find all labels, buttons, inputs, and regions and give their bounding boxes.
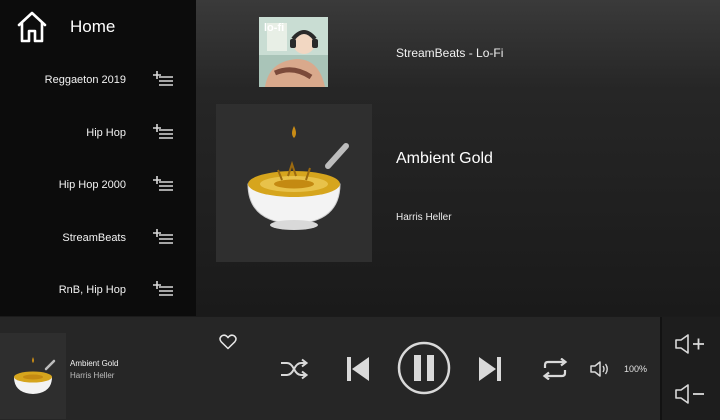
volume-down-icon[interactable]	[674, 383, 706, 405]
sidebar-item-hip-hop[interactable]: Hip Hop	[0, 115, 196, 155]
home-label[interactable]: Home	[70, 17, 115, 37]
sidebar-item-streambeats[interactable]: StreamBeats	[0, 220, 196, 260]
next-icon[interactable]	[478, 355, 502, 383]
now-playing-title[interactable]: Ambient Gold	[70, 359, 118, 368]
playlist-label[interactable]: Hip Hop 2000	[59, 179, 126, 191]
volume-level: 100%	[624, 364, 648, 374]
sidebar: Home Reggaeton 2019 Hip Hop Hip Hop 2000…	[0, 0, 196, 316]
repeat-icon[interactable]	[541, 358, 569, 380]
pause-button[interactable]	[397, 341, 451, 395]
now-playing-artist[interactable]: Harris Heller	[70, 371, 114, 380]
volume-side-panel	[660, 317, 720, 420]
album-cover[interactable]	[216, 104, 372, 262]
playlist-label[interactable]: Reggaeton 2019	[45, 74, 126, 86]
sidebar-item-reggaeton-2019[interactable]: Reggaeton 2019	[0, 62, 196, 102]
playlist-cover-logo: lo-fi	[264, 22, 284, 34]
main-content: lo-fi StreamBeats - Lo-Fi Ambient Gold H…	[196, 0, 720, 316]
volume-up-icon[interactable]	[674, 333, 706, 355]
add-to-queue-icon[interactable]	[152, 279, 174, 297]
playlist-title[interactable]: StreamBeats - Lo-Fi	[396, 46, 503, 60]
heart-icon[interactable]	[219, 334, 237, 350]
sidebar-item-rnb-hip-hop[interactable]: RnB, Hip Hop	[0, 272, 196, 312]
previous-icon[interactable]	[346, 355, 370, 383]
add-to-queue-icon[interactable]	[152, 69, 174, 87]
player-bar: Ambient Gold Harris Heller 100%	[0, 316, 720, 420]
add-to-queue-icon[interactable]	[152, 122, 174, 140]
playlist-cover[interactable]: lo-fi	[259, 17, 328, 87]
playlist-label[interactable]: StreamBeats	[62, 232, 126, 244]
sidebar-item-hip-hop-2000[interactable]: Hip Hop 2000	[0, 167, 196, 207]
home-icon[interactable]	[16, 10, 48, 44]
volume-icon[interactable]	[590, 361, 610, 377]
album-artist[interactable]: Harris Heller	[396, 212, 452, 223]
add-to-queue-icon[interactable]	[152, 227, 174, 245]
add-to-queue-icon[interactable]	[152, 174, 174, 192]
pause-icon	[414, 355, 421, 381]
now-playing-cover[interactable]	[0, 333, 66, 419]
playlist-label[interactable]: RnB, Hip Hop	[59, 284, 126, 296]
sidebar-home[interactable]: Home	[0, 0, 196, 54]
playlist-label[interactable]: Hip Hop	[86, 127, 126, 139]
shuffle-icon[interactable]	[280, 358, 308, 380]
album-title: Ambient Gold	[396, 150, 493, 167]
